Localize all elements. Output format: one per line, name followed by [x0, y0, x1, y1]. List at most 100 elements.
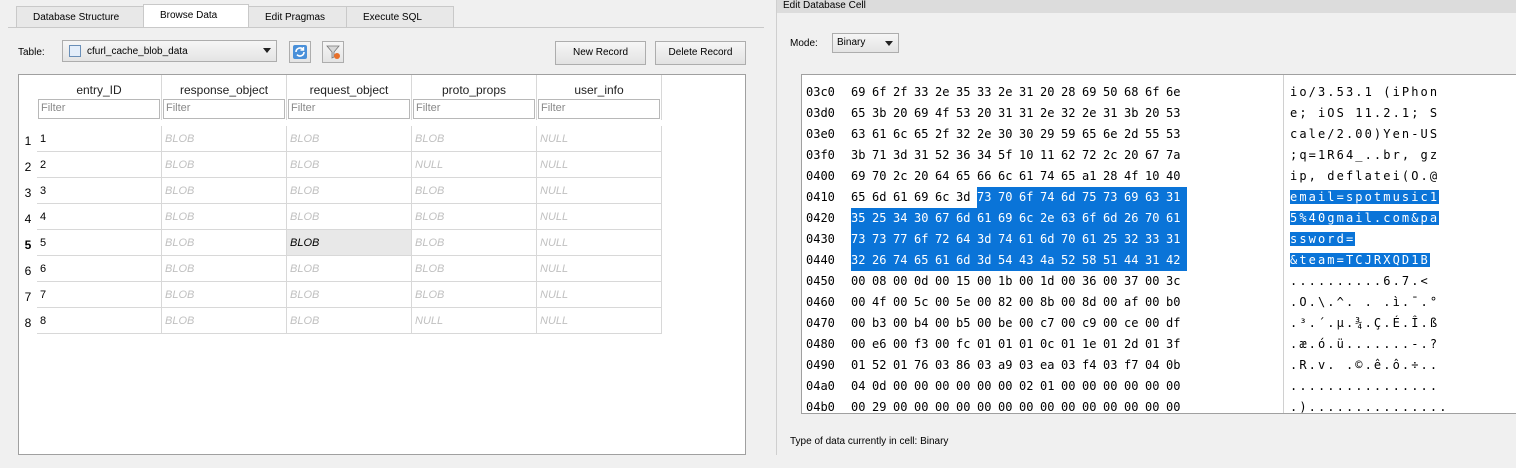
hex-byte[interactable]: 26	[1124, 208, 1145, 229]
hex-byte[interactable]: 3b	[851, 145, 872, 166]
hex-byte[interactable]: 31	[1019, 82, 1040, 103]
hex-byte[interactable]: c9	[1082, 313, 1103, 334]
hex-byte[interactable]: 28	[1103, 166, 1124, 187]
hex-byte[interactable]: 00	[977, 271, 998, 292]
hex-byte[interactable]: 00	[1061, 313, 1082, 334]
column-header-entry-id[interactable]: entry_ID	[37, 75, 162, 98]
hex-byte[interactable]: 01	[1145, 334, 1166, 355]
table-cell[interactable]: 5	[37, 230, 162, 256]
hex-byte[interactable]: 73	[872, 229, 893, 250]
row-number[interactable]: 6	[19, 258, 37, 284]
hex-byte[interactable]: 65	[1061, 166, 1082, 187]
hex-byte[interactable]: af	[1124, 292, 1145, 313]
hex-byte[interactable]: 31	[998, 103, 1019, 124]
hex-byte[interactable]: 35	[851, 208, 872, 229]
hex-ascii[interactable]: cale/2.00)Yen-US	[1290, 124, 1439, 145]
hex-byte[interactable]: 5e	[956, 292, 977, 313]
tab-execute-sql[interactable]: Execute SQL	[346, 6, 454, 27]
column-header-proto-props[interactable]: proto_props	[412, 75, 537, 98]
hex-byte[interactable]: 01	[1019, 334, 1040, 355]
filter-input[interactable]: Filter	[38, 99, 160, 119]
table-cell[interactable]: BLOB	[162, 204, 287, 230]
hex-ascii[interactable]: 5%40gmail.com&pa	[1290, 208, 1440, 229]
hex-byte[interactable]: 73	[1103, 187, 1124, 208]
hex-byte[interactable]: 00	[1019, 271, 1040, 292]
hex-byte[interactable]: 69	[914, 187, 935, 208]
table-cell[interactable]: BLOB	[162, 126, 287, 152]
delete-record-button[interactable]: Delete Record	[655, 41, 746, 65]
hex-byte[interactable]: 2f	[935, 124, 956, 145]
hex-byte[interactable]: 34	[977, 145, 998, 166]
hex-byte[interactable]: 4f	[872, 292, 893, 313]
hex-byte[interactable]: e6	[872, 334, 893, 355]
hex-byte[interactable]: 01	[893, 355, 914, 376]
table-cell[interactable]: NULL	[412, 152, 537, 178]
row-number[interactable]: 7	[19, 284, 37, 310]
hex-byte[interactable]: 62	[1061, 145, 1082, 166]
table-cell[interactable]: BLOB	[287, 256, 412, 282]
hex-byte[interactable]: 6f	[1019, 187, 1040, 208]
hex-byte[interactable]: 00	[956, 376, 977, 397]
hex-byte[interactable]: 00	[893, 271, 914, 292]
hex-byte[interactable]: 03	[935, 355, 956, 376]
hex-byte[interactable]: 10	[1145, 166, 1166, 187]
hex-byte[interactable]: 6c	[998, 166, 1019, 187]
hex-byte[interactable]: f7	[1124, 355, 1145, 376]
table-cell[interactable]: NULL	[537, 308, 662, 334]
hex-byte[interactable]: 6c	[1019, 208, 1040, 229]
hex-byte[interactable]: 00	[998, 397, 1019, 413]
table-cell[interactable]: BLOB	[412, 256, 537, 282]
hex-byte[interactable]: 65	[851, 103, 872, 124]
hex-byte[interactable]: 3f	[1166, 334, 1187, 355]
refresh-button[interactable]	[289, 41, 311, 63]
hex-byte[interactable]: 69	[998, 208, 1019, 229]
hex-byte[interactable]: 69	[851, 82, 872, 103]
hex-byte[interactable]: 00	[893, 334, 914, 355]
hex-byte[interactable]: 61	[1019, 166, 1040, 187]
hex-byte[interactable]: c7	[1040, 313, 1061, 334]
hex-byte[interactable]: 00	[1103, 397, 1124, 413]
hex-byte[interactable]: 3d	[956, 187, 977, 208]
hex-byte[interactable]: 67	[1145, 145, 1166, 166]
table-cell[interactable]: BLOB	[162, 308, 287, 334]
hex-byte[interactable]: 00	[851, 313, 872, 334]
table-cell[interactable]: BLOB	[162, 256, 287, 282]
hex-byte[interactable]: 32	[956, 124, 977, 145]
hex-byte[interactable]: 00	[935, 271, 956, 292]
hex-ascii[interactable]: ................	[1290, 376, 1439, 397]
hex-byte[interactable]: 01	[1061, 334, 1082, 355]
hex-byte[interactable]: 29	[1040, 124, 1061, 145]
table-cell[interactable]: BLOB	[287, 178, 412, 204]
hex-byte[interactable]: 0b	[1166, 355, 1187, 376]
hex-byte[interactable]: 6d	[872, 187, 893, 208]
hex-byte[interactable]: 65	[1082, 124, 1103, 145]
hex-byte[interactable]: 55	[1145, 124, 1166, 145]
hex-byte[interactable]: 6d	[1103, 208, 1124, 229]
hex-byte[interactable]: 00	[935, 397, 956, 413]
hex-ascii[interactable]: ..........6.7.<	[1290, 271, 1430, 292]
hex-byte[interactable]: 00	[1061, 292, 1082, 313]
hex-byte[interactable]: 35	[956, 82, 977, 103]
hex-byte[interactable]: 00	[998, 376, 1019, 397]
hex-byte[interactable]: 74	[1040, 166, 1061, 187]
hex-byte[interactable]: 00	[1145, 376, 1166, 397]
hex-byte[interactable]: f3	[914, 334, 935, 355]
hex-byte[interactable]: 2e	[935, 82, 956, 103]
table-cell[interactable]: NULL	[537, 204, 662, 230]
hex-byte[interactable]: 00	[1145, 292, 1166, 313]
hex-byte[interactable]: 70	[1061, 229, 1082, 250]
hex-byte[interactable]: 44	[1124, 250, 1145, 271]
hex-ascii[interactable]: email=spotmusic1	[1290, 187, 1440, 208]
hex-byte[interactable]: 32	[851, 250, 872, 271]
table-cell[interactable]: BLOB	[412, 126, 537, 152]
hex-byte[interactable]: 08	[872, 271, 893, 292]
hex-byte[interactable]: be	[998, 313, 1019, 334]
hex-byte[interactable]: 61	[977, 208, 998, 229]
table-cell[interactable]: 6	[37, 256, 162, 282]
hex-byte[interactable]: 31	[1166, 187, 1187, 208]
hex-byte[interactable]: 03	[977, 355, 998, 376]
hex-byte[interactable]: 28	[1061, 82, 1082, 103]
hex-byte[interactable]: 5f	[998, 145, 1019, 166]
hex-byte[interactable]: 69	[1082, 82, 1103, 103]
hex-byte[interactable]: 00	[851, 397, 872, 413]
